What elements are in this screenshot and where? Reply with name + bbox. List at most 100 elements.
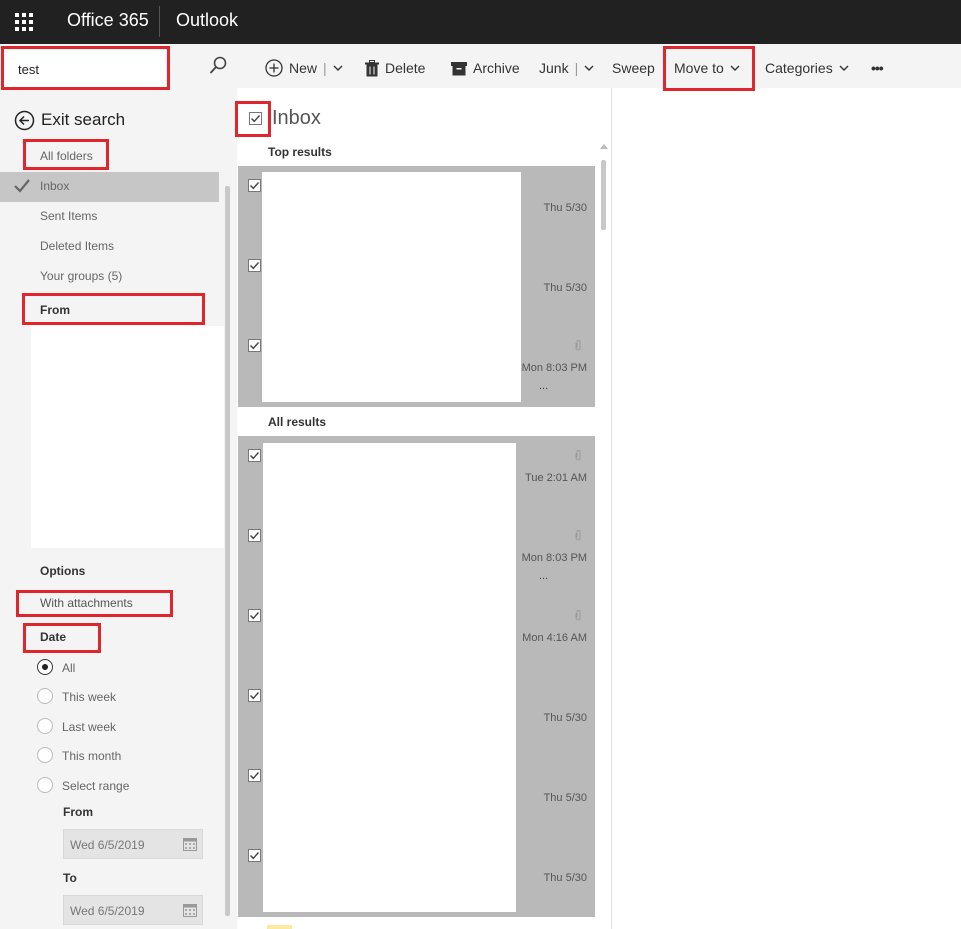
message-date: Thu 5/30 (543, 202, 587, 214)
date-option-this-month[interactable]: This month (62, 749, 121, 763)
chevron-down-icon[interactable] (333, 65, 343, 71)
date-option-this-week[interactable]: This week (62, 690, 116, 704)
app-title[interactable]: Outlook (176, 10, 238, 31)
suite-title[interactable]: Office 365 (67, 10, 149, 31)
pane-divider (611, 88, 612, 929)
row-checkbox[interactable] (248, 179, 261, 192)
date-option-all[interactable]: All (62, 661, 75, 675)
junk-button[interactable]: Junk | (539, 59, 594, 77)
sweep-button[interactable]: Sweep (612, 59, 655, 77)
folder-deleted-items[interactable]: Deleted Items (40, 239, 114, 253)
folder-all-folders[interactable]: All folders (40, 149, 93, 163)
archive-label: Archive (473, 60, 520, 76)
chevron-down-icon (839, 65, 849, 71)
scrollbar-thumb[interactable] (601, 160, 606, 230)
split-divider: | (323, 60, 327, 76)
calendar-icon[interactable] (183, 838, 197, 851)
message-preview[interactable] (262, 172, 521, 402)
search-input[interactable] (4, 50, 166, 88)
calendar-icon[interactable] (183, 904, 197, 917)
archive-box-icon (451, 61, 467, 75)
app-launcher-button[interactable] (0, 0, 48, 44)
scroll-up-icon[interactable] (599, 143, 609, 151)
message-date: Thu 5/30 (543, 872, 587, 884)
top-results-label: Top results (268, 145, 332, 159)
row-checkbox[interactable] (248, 529, 261, 542)
with-attachments-filter[interactable]: With attachments (40, 596, 133, 610)
attachment-icon (575, 530, 581, 541)
range-to-field[interactable]: Wed 6/5/2019 (63, 895, 203, 925)
plus-circle-icon (265, 59, 283, 77)
categories-button[interactable]: Categories (765, 59, 849, 77)
range-from-field[interactable]: Wed 6/5/2019 (63, 829, 203, 859)
topbar-divider (159, 6, 160, 37)
folder-sent-items[interactable]: Sent Items (40, 209, 97, 223)
more-ellipsis: ... (539, 570, 549, 582)
date-radio-all[interactable] (37, 659, 53, 675)
junk-label: Junk (539, 60, 569, 76)
message-date: Thu 5/30 (543, 282, 587, 294)
move-to-button[interactable]: Move to (674, 59, 740, 77)
trash-icon (365, 59, 379, 76)
message-date: Thu 5/30 (543, 712, 587, 724)
date-header: Date (40, 630, 67, 644)
new-label: New (289, 60, 318, 76)
left-pane-scrollbar[interactable] (223, 186, 231, 916)
folder-inbox[interactable]: Inbox (40, 179, 69, 193)
delete-button[interactable]: Delete (365, 59, 425, 77)
row-checkbox[interactable] (248, 609, 261, 622)
date-radio-this-week[interactable] (37, 688, 53, 704)
message-date: Thu 5/30 (543, 792, 587, 804)
from-header: From (40, 303, 70, 317)
row-checkbox[interactable] (248, 339, 261, 352)
message-date: Mon 4:16 AM (522, 632, 587, 644)
archive-button[interactable]: Archive (451, 59, 520, 77)
options-header: Options (40, 564, 86, 578)
checkmark-icon (14, 179, 30, 193)
sweep-label: Sweep (612, 60, 655, 76)
chevron-down-icon[interactable] (584, 65, 594, 71)
more-actions-button[interactable]: ••• (871, 59, 884, 77)
select-all-checkbox[interactable] (249, 112, 262, 125)
more-icon: ••• (871, 60, 884, 76)
categories-label: Categories (765, 60, 833, 76)
chevron-down-icon (730, 65, 740, 71)
attachment-icon (575, 340, 581, 351)
message-preview[interactable] (263, 443, 516, 912)
waffle-icon (15, 13, 33, 31)
folder-inbox-selected[interactable] (0, 172, 219, 202)
message-list-scrollbar[interactable] (599, 140, 609, 920)
move-to-label: Move to (674, 60, 724, 76)
date-radio-select-range[interactable] (37, 777, 53, 793)
split-divider: | (574, 60, 579, 76)
row-checkbox[interactable] (248, 769, 261, 782)
search-box (0, 46, 237, 88)
date-radio-this-month[interactable] (37, 747, 53, 763)
all-results-label: All results (268, 415, 327, 429)
attachment-icon (575, 610, 581, 621)
row-checkbox[interactable] (248, 259, 261, 272)
scrollbar-thumb[interactable] (225, 186, 230, 916)
date-option-last-week[interactable]: Last week (62, 720, 116, 734)
row-checkbox[interactable] (248, 689, 261, 702)
row-checkbox[interactable] (248, 449, 261, 462)
range-to-label: To (63, 871, 77, 885)
command-bar (237, 44, 961, 88)
folder-your-groups[interactable]: Your groups (5) (40, 269, 122, 283)
new-button[interactable]: New | (265, 59, 343, 77)
exit-search-button[interactable]: Exit search (14, 108, 125, 132)
range-from-label: From (63, 805, 93, 819)
from-senders-list[interactable] (31, 326, 224, 548)
top-bar: Office 365 Outlook (0, 0, 961, 44)
row-checkbox[interactable] (248, 849, 261, 862)
exit-search-label: Exit search (41, 110, 126, 129)
message-date: Tue 2:01 AM (525, 472, 587, 484)
attachment-icon (575, 450, 581, 461)
back-arrow-icon (14, 110, 35, 130)
more-ellipsis: ... (539, 380, 549, 392)
message-date: Mon 8:03 PM (521, 552, 587, 564)
date-radio-last-week[interactable] (37, 718, 53, 734)
range-to-value: Wed 6/5/2019 (70, 904, 145, 918)
date-option-select-range[interactable]: Select range (62, 779, 129, 793)
search-icon[interactable] (208, 56, 228, 76)
